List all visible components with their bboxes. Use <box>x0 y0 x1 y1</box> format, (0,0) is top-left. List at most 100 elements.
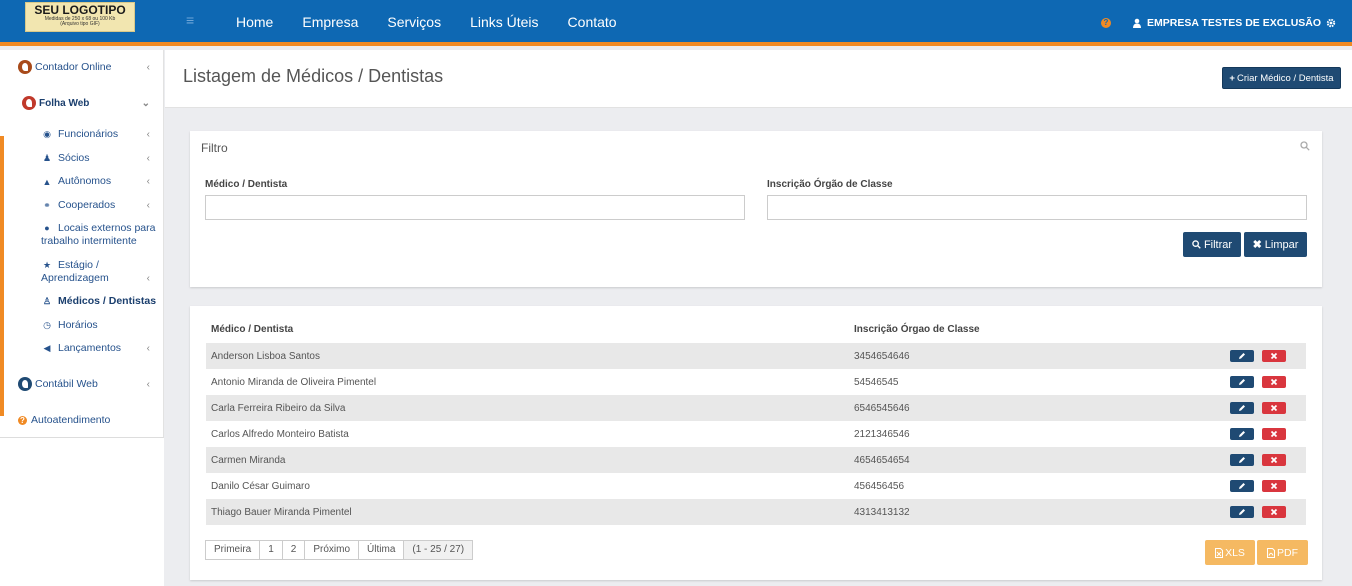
sidebar-item-label-line-1: Estágio / <box>58 259 99 271</box>
table-row[interactable]: Carla Ferreira Ribeiro da Silva 65465456… <box>206 395 1306 421</box>
sidebar-item-label-line-2: trabalho intermitente <box>41 235 137 247</box>
edit-button[interactable] <box>1230 376 1254 388</box>
sidebar-item-estagio[interactable]: ★ Estágio / Aprendizagem ‹ <box>41 259 164 285</box>
chevron-left-icon: ‹ <box>146 153 150 164</box>
table-row[interactable]: Antonio Miranda de Oliveira Pimentel 545… <box>206 369 1306 395</box>
export-xls-button[interactable]: XLS <box>1205 540 1255 565</box>
column-header-registration[interactable]: Inscrição Órgao de Classe <box>854 324 980 335</box>
pencil-icon <box>1239 483 1245 489</box>
edit-button[interactable] <box>1230 480 1254 492</box>
user-plus-icon: ♟ <box>42 153 52 163</box>
user-icon <box>1133 18 1141 28</box>
cell-registration: 3454654646 <box>854 351 910 362</box>
star-icon: ★ <box>42 260 52 270</box>
sidebar-item-contador-online[interactable]: Contador Online ‹ <box>18 60 164 74</box>
column-header-name[interactable]: Médico / Dentista <box>211 324 293 335</box>
sidebar-item-label: Contábil Web <box>35 378 98 390</box>
pencil-icon <box>1239 509 1245 515</box>
table-row[interactable]: Danilo César Guimaro 456456456 <box>206 473 1306 499</box>
cell-registration: 6546545646 <box>854 403 910 414</box>
cell-name: Antonio Miranda de Oliveira Pimentel <box>211 377 377 388</box>
edit-button[interactable] <box>1230 350 1254 362</box>
page-2[interactable]: 2 <box>281 540 306 560</box>
sidebar-item-locais-externos[interactable]: ● Locais externos para trabalho intermite… <box>41 222 164 248</box>
filter-button[interactable]: Filtrar <box>1183 232 1241 257</box>
sidebar-item-horarios[interactable]: ◷ Horários <box>41 319 164 332</box>
nav-links-uteis[interactable]: Links Úteis <box>470 14 538 30</box>
search-icon[interactable] <box>1300 141 1310 151</box>
plus-icon: + <box>1229 72 1235 84</box>
pencil-icon <box>1239 431 1245 437</box>
close-icon <box>1270 404 1278 412</box>
sidebar-item-label: Autônomos <box>58 175 112 187</box>
help-icon[interactable]: ? <box>1101 18 1111 28</box>
nav-servicos[interactable]: Serviços <box>387 14 441 30</box>
export-pdf-button[interactable]: PDF <box>1257 540 1308 565</box>
clear-button-label: Limpar <box>1264 238 1299 251</box>
globe-icon: ● <box>44 223 50 233</box>
gear-icon[interactable] <box>1326 18 1336 28</box>
menu-toggle-icon[interactable]: ≡ <box>186 12 194 28</box>
filter-title: Filtro <box>201 141 228 155</box>
name-filter-input[interactable] <box>205 195 745 220</box>
user-circle-icon: ◉ <box>43 129 51 139</box>
page-1[interactable]: 1 <box>259 540 283 560</box>
page-last[interactable]: Última <box>358 540 405 560</box>
table-row[interactable]: Anderson Lisboa Santos 3454654646 <box>206 343 1306 369</box>
page-first[interactable]: Primeira <box>205 540 261 560</box>
close-icon <box>1270 352 1278 360</box>
logo-line-2: (Arquivo tipo GIF) <box>60 21 100 27</box>
sidebar-item-folha-web[interactable]: Folha Web ⌄ <box>22 96 164 110</box>
delete-button[interactable] <box>1262 428 1286 440</box>
delete-button[interactable] <box>1262 376 1286 388</box>
sidebar-item-funcionarios[interactable]: ◉ Funcionários ‹ <box>41 128 164 141</box>
nav-contato[interactable]: Contato <box>568 14 617 30</box>
registration-filter-input[interactable] <box>767 195 1307 220</box>
sidebar-item-cooperados[interactable]: ⚭ Cooperados ‹ <box>41 199 164 212</box>
times-icon: ✖ <box>1252 239 1262 251</box>
cell-name: Danilo César Guimaro <box>211 481 310 492</box>
sidebar-item-label: Funcionários <box>58 128 119 140</box>
delete-button[interactable] <box>1262 402 1286 414</box>
edit-button[interactable] <box>1230 402 1254 414</box>
clock-icon: ◷ <box>43 320 51 330</box>
sidebar-item-contabil-web[interactable]: Contábil Web ‹ <box>18 377 164 391</box>
bullhorn-icon: ◀ <box>43 343 51 353</box>
top-navbar: SEU LOGOTIPO Medidas de 250 x 68 ou 100 … <box>0 0 1352 46</box>
page-next[interactable]: Próximo <box>304 540 360 560</box>
nav-home[interactable]: Home <box>236 14 273 30</box>
sidebar-item-autoatendimento[interactable]: ? Autoatendimento <box>18 414 164 426</box>
edit-button[interactable] <box>1230 506 1254 518</box>
table-row[interactable]: Thiago Bauer Miranda Pimentel 4313413132 <box>206 499 1306 525</box>
delete-button[interactable] <box>1262 350 1286 362</box>
delete-button[interactable] <box>1262 480 1286 492</box>
table-row[interactable]: Carmen Miranda 4654654654 <box>206 447 1306 473</box>
edit-button[interactable] <box>1230 454 1254 466</box>
sidebar-item-label: Sócios <box>58 152 90 164</box>
company-logo[interactable]: SEU LOGOTIPO Medidas de 250 x 68 ou 100 … <box>25 2 135 32</box>
chevron-left-icon: ‹ <box>146 343 150 354</box>
file-pdf-icon <box>1267 547 1275 558</box>
sidebar-item-medicos-dentistas[interactable]: ♙ Médicos / Dentistas <box>41 295 164 308</box>
question-icon: ? <box>18 415 27 425</box>
contador-logo-icon <box>18 60 32 74</box>
nav-empresa[interactable]: Empresa <box>302 14 358 30</box>
create-doctor-button[interactable]: + Criar Médico / Dentista <box>1222 67 1341 89</box>
contabil-logo-icon <box>18 377 32 391</box>
delete-button[interactable] <box>1262 454 1286 466</box>
sidebar-item-label: Médicos / Dentistas <box>58 295 157 307</box>
delete-button[interactable] <box>1262 506 1286 518</box>
table-row[interactable]: Carlos Alfredo Monteiro Batista 21213465… <box>206 421 1306 447</box>
chevron-left-icon: ‹ <box>146 129 150 140</box>
clear-button[interactable]: ✖ Limpar <box>1244 232 1307 257</box>
pagination: Primeira 1 2 Próximo Última (1 - 25 / 27… <box>205 540 474 560</box>
edit-button[interactable] <box>1230 428 1254 440</box>
sidebar-item-label-line-1: Locais externos para <box>58 222 156 234</box>
chevron-left-icon: ‹ <box>146 200 150 211</box>
cell-name: Carmen Miranda <box>211 455 286 466</box>
sidebar-item-socios[interactable]: ♟ Sócios ‹ <box>41 152 164 165</box>
sidebar-item-lancamentos[interactable]: ◀ Lançamentos ‹ <box>41 342 164 355</box>
close-icon <box>1270 456 1278 464</box>
user-menu[interactable]: EMPRESA TESTES DE EXCLUSÃO <box>1132 17 1336 29</box>
sidebar-item-autonomos[interactable]: ▲ Autônomos ‹ <box>41 175 164 188</box>
